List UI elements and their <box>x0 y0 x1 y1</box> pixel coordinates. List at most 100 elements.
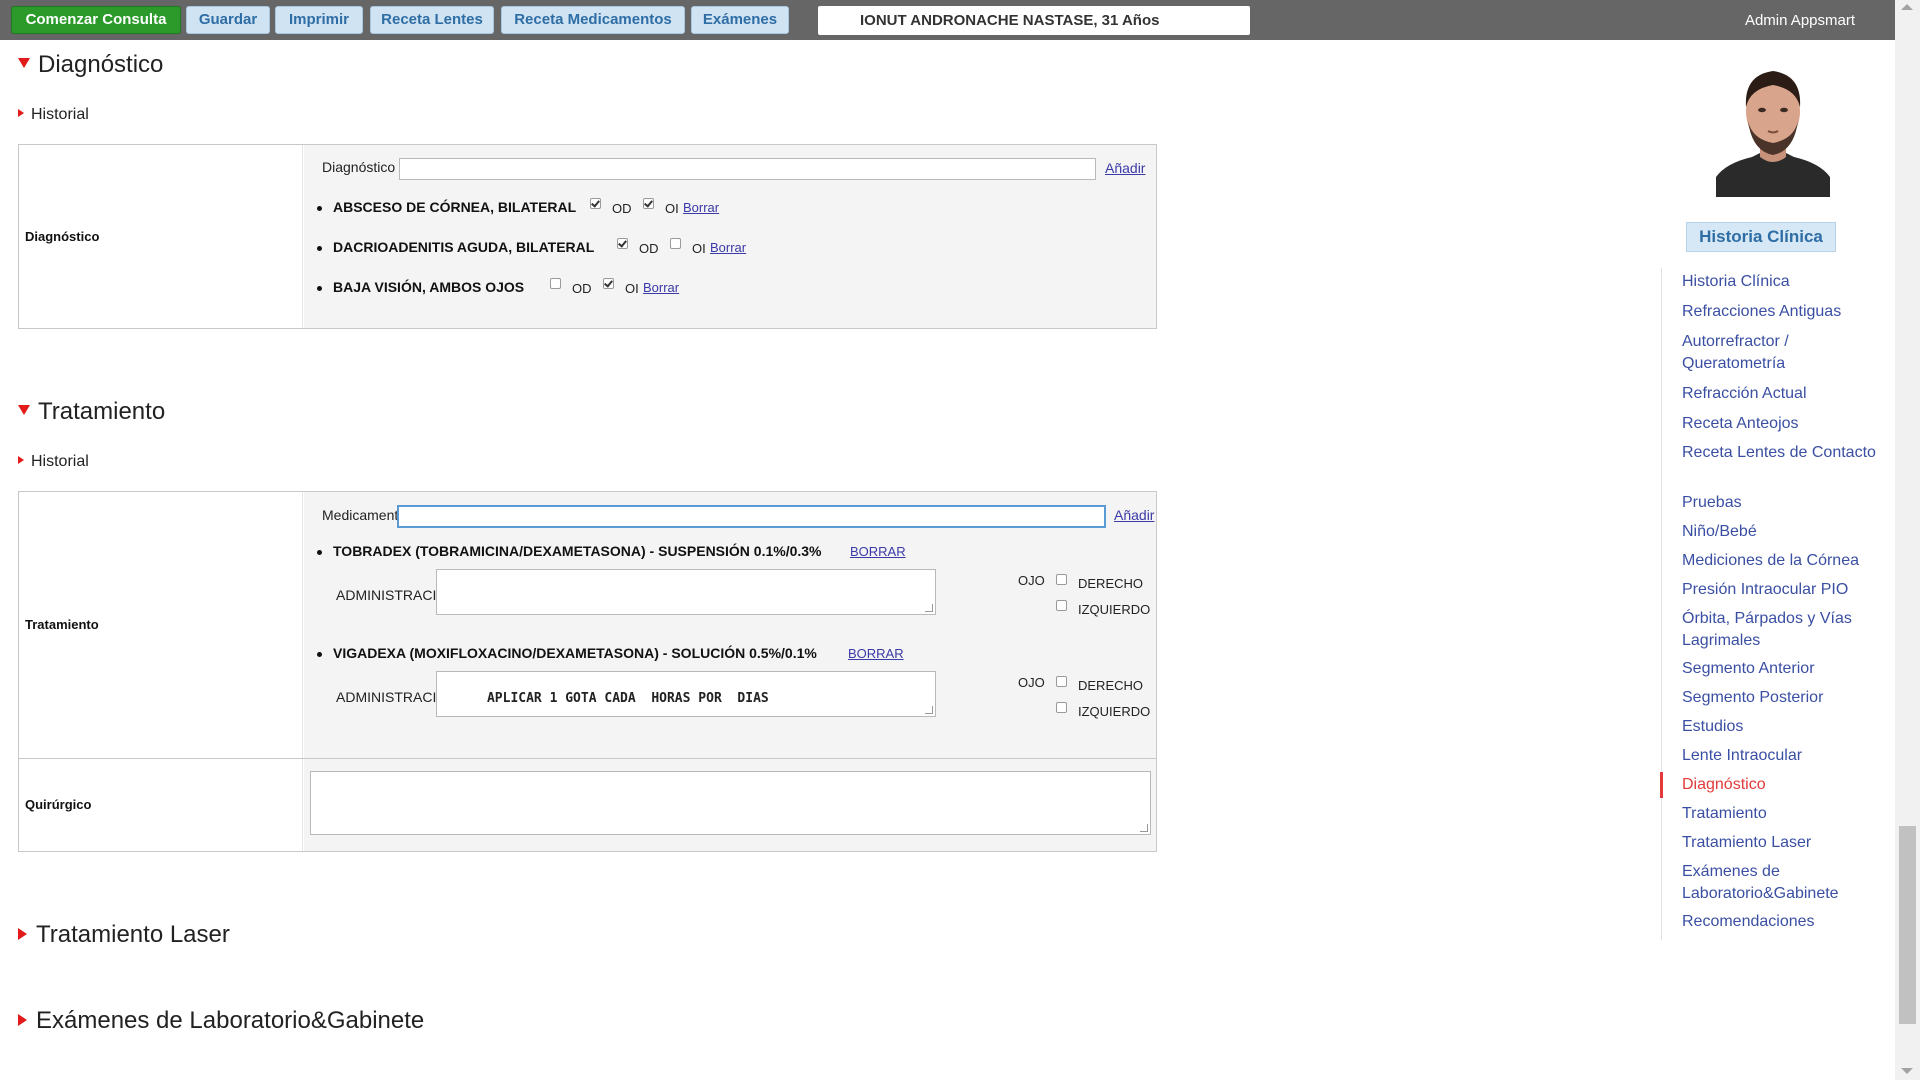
oi-checkbox[interactable] <box>670 238 681 249</box>
collapse-triangle-icon <box>18 57 30 68</box>
section-examenes-header[interactable]: Exámenes de Laboratorio&Gabinete <box>18 1007 424 1035</box>
sidebar-item-historia-clinica[interactable]: Historia Clínica <box>1682 271 1887 293</box>
sidebar-item-tratamiento-laser[interactable]: Tratamiento Laser <box>1682 832 1887 854</box>
oi-checkbox[interactable] <box>643 198 654 209</box>
expand-triangle-icon <box>18 108 24 117</box>
oi-label: OI <box>665 201 679 216</box>
sidebar-item-autorrefractor[interactable]: Autorrefractor / Queratometría <box>1682 331 1887 375</box>
start-consultation-button[interactable]: Comenzar Consulta <box>11 6 181 34</box>
diagnostico-input-label: Diagnóstico <box>322 159 396 175</box>
right-eye-label: DERECHO <box>1078 576 1144 591</box>
delete-medication-link[interactable]: BORRAR <box>848 646 904 661</box>
resize-grip-icon[interactable] <box>925 706 933 714</box>
historia-clinica-button[interactable]: Historia Clínica <box>1686 222 1836 252</box>
diagnostico-input[interactable] <box>399 158 1096 180</box>
diagnostico-content: Diagnóstico Añadir ABSCESO DE CÓRNEA, BI… <box>304 145 1156 328</box>
od-label: OD <box>572 281 592 296</box>
sidebar-item-presion-intraocular[interactable]: Presión Intraocular PIO <box>1682 579 1887 601</box>
right-eye-label: DERECHO <box>1078 678 1144 693</box>
save-button[interactable]: Guardar <box>186 6 270 34</box>
exams-button[interactable]: Exámenes <box>691 6 789 34</box>
section-title: Tratamiento <box>38 398 166 425</box>
quirurgico-row-header: Quirúrgico <box>19 759 303 851</box>
bullet-icon <box>317 286 322 291</box>
oi-label: OI <box>692 241 706 256</box>
diagnosis-item-name: BAJA VISIÓN, AMBOS OJOS <box>333 279 525 295</box>
section-tratamiento-header[interactable]: Tratamiento <box>18 398 165 426</box>
tratamiento-row-header: Tratamiento <box>19 492 303 758</box>
sidebar-item-receta-lentes-contacto[interactable]: Receta Lentes de Contacto <box>1682 442 1887 464</box>
diagnostico-row-header: Diagnóstico <box>19 145 303 328</box>
sidebar-item-tratamiento[interactable]: Tratamiento <box>1682 803 1887 825</box>
right-eye-checkbox[interactable] <box>1056 574 1067 585</box>
sidebar-item-segmento-posterior[interactable]: Segmento Posterior <box>1682 687 1887 709</box>
eye-label: OJO <box>1018 675 1045 690</box>
sidebar-item-receta-anteojos[interactable]: Receta Anteojos <box>1682 413 1887 435</box>
top-toolbar: Comenzar Consulta Guardar Imprimir Recet… <box>0 0 1895 40</box>
od-checkbox[interactable] <box>550 278 561 289</box>
section-diagnostico-header[interactable]: Diagnóstico <box>18 51 163 79</box>
delete-diagnosis-link[interactable]: Borrar <box>710 240 746 255</box>
sidebar-item-pruebas[interactable]: Pruebas <box>1682 492 1887 514</box>
scroll-down-arrow-icon[interactable] <box>1901 1068 1913 1074</box>
tratamiento-content: Medicamento Añadir TOBRADEX (TOBRAMICINA… <box>304 492 1156 758</box>
sidebar-item-diagnostico[interactable]: Diagnóstico <box>1682 774 1887 796</box>
patient-avatar-icon <box>1716 55 1830 197</box>
sidebar-item-orbita-parpados[interactable]: Órbita, Párpados y Vías Lagrimales <box>1682 608 1887 652</box>
medication-prescription-button[interactable]: Receta Medicamentos <box>501 6 685 34</box>
add-diagnostico-link[interactable]: Añadir <box>1105 160 1145 176</box>
sidebar-item-refraccion-actual[interactable]: Refracción Actual <box>1682 383 1887 405</box>
patient-photo <box>1716 55 1830 197</box>
od-checkbox[interactable] <box>590 198 601 209</box>
sidebar-item-estudios[interactable]: Estudios <box>1682 716 1887 738</box>
od-checkbox[interactable] <box>617 238 628 249</box>
lens-prescription-button[interactable]: Receta Lentes <box>370 6 494 34</box>
sidebar-item-recomendaciones[interactable]: Recomendaciones <box>1682 911 1887 933</box>
left-eye-checkbox[interactable] <box>1056 600 1067 611</box>
delete-medication-link[interactable]: BORRAR <box>850 544 906 559</box>
oi-checkbox[interactable] <box>603 278 614 289</box>
sidebar-item-lente-intraocular[interactable]: Lente Intraocular <box>1682 745 1887 767</box>
medicamento-input-label: Medicamento <box>322 507 407 523</box>
section-title: Exámenes de Laboratorio&Gabinete <box>36 1007 425 1034</box>
section-tratamiento-laser-header[interactable]: Tratamiento Laser <box>18 921 230 949</box>
administracion-textarea[interactable]: APLICAR 1 GOTA CADA HORAS POR DIAS <box>436 671 936 717</box>
user-name[interactable]: Admin Appsmart <box>1745 12 1855 29</box>
diagnosis-item-name: ABSCESO DE CÓRNEA, BILATERAL <box>333 199 577 215</box>
delete-diagnosis-link[interactable]: Borrar <box>683 200 719 215</box>
section-title: Diagnóstico <box>38 51 164 78</box>
od-label: OD <box>612 201 632 216</box>
sidebar-item-examenes-laboratorio[interactable]: Exámenes de Laboratorio&Gabinete <box>1682 861 1887 905</box>
quirurgico-textarea[interactable] <box>310 771 1151 835</box>
medication-name: VIGADEXA (MOXIFLOXACINO/DEXAMETASONA) - … <box>333 645 817 661</box>
tratamiento-historial-toggle[interactable]: Historial <box>18 453 89 471</box>
scroll-up-arrow-icon[interactable] <box>1901 4 1913 10</box>
quirurgico-panel: Quirúrgico <box>18 758 1157 852</box>
bullet-icon <box>317 652 322 657</box>
patient-name-field: IONUT ANDRONACHE NASTASE, 31 Años <box>818 6 1250 35</box>
left-eye-checkbox[interactable] <box>1056 702 1067 713</box>
quirurgico-row-label: Quirúrgico <box>25 797 92 812</box>
scrollbar-thumb[interactable] <box>1899 826 1916 1024</box>
section-title: Tratamiento Laser <box>36 921 230 948</box>
medication-name: TOBRADEX (TOBRAMICINA/DEXAMETASONA) - SU… <box>333 543 822 559</box>
print-button[interactable]: Imprimir <box>275 6 363 34</box>
sidebar-item-segmento-anterior[interactable]: Segmento Anterior <box>1682 658 1887 680</box>
diagnosis-item-name: DACRIOADENITIS AGUDA, BILATERAL <box>333 239 595 255</box>
diagnostico-row-label: Diagnóstico <box>25 229 100 244</box>
sidebar-item-nino-bebe[interactable]: Niño/Bebé <box>1682 521 1887 543</box>
administracion-textarea[interactable] <box>436 569 936 615</box>
sidebar-item-refracciones-antiguas[interactable]: Refracciones Antiguas <box>1682 301 1887 323</box>
historial-label: Historial <box>31 453 89 470</box>
diagnostico-historial-toggle[interactable]: Historial <box>18 106 89 124</box>
historial-label: Historial <box>31 106 89 123</box>
right-eye-checkbox[interactable] <box>1056 676 1067 687</box>
resize-grip-icon[interactable] <box>925 604 933 612</box>
resize-grip-icon[interactable] <box>1140 824 1148 832</box>
medicamento-input[interactable] <box>397 505 1106 528</box>
sidebar-item-mediciones-cornea[interactable]: Mediciones de la Córnea <box>1682 550 1887 572</box>
delete-diagnosis-link[interactable]: Borrar <box>643 280 679 295</box>
tratamiento-row-label: Tratamiento <box>25 617 99 632</box>
quirurgico-content <box>304 759 1156 851</box>
add-medicamento-link[interactable]: Añadir <box>1114 507 1154 523</box>
